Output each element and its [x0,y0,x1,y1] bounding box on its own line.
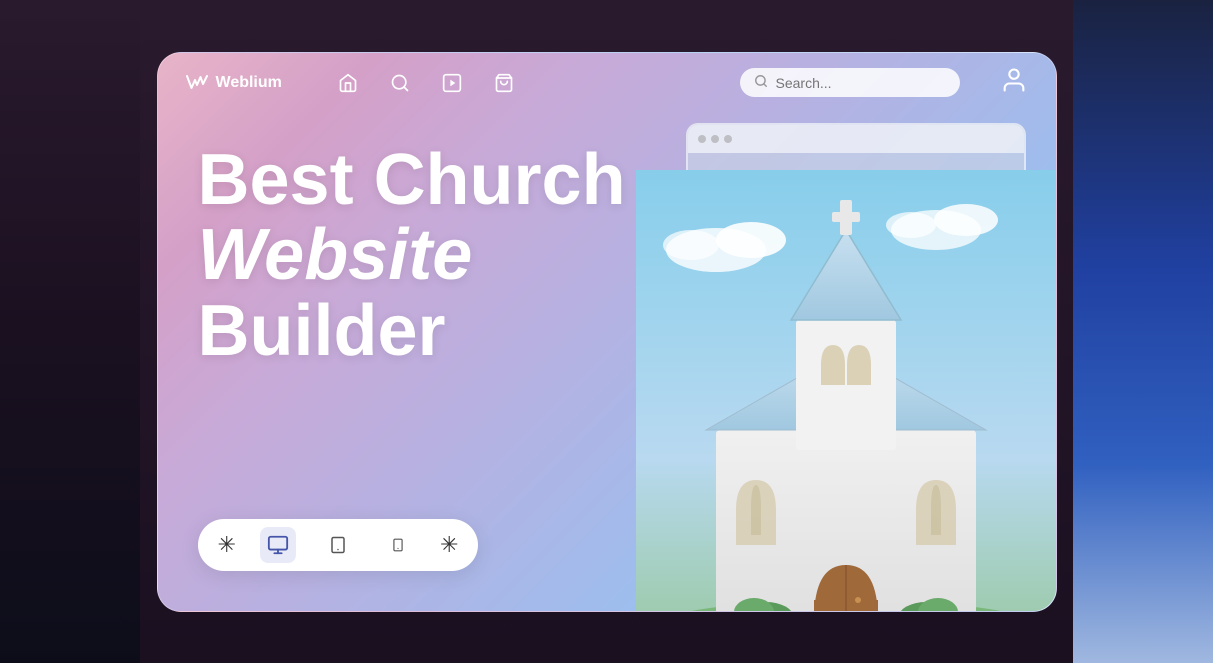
text-area: Best Church Website Builder ✳ [158,113,1056,611]
nav-icons [334,69,518,97]
tablet-device-button[interactable] [320,527,356,563]
right-asterisk: ✳ [440,532,458,558]
hero-line3: Builder [198,291,446,371]
hero-line2: Website [198,215,473,295]
logo-icon [186,74,208,92]
play-icon[interactable] [438,69,466,97]
user-icon[interactable] [1000,66,1028,100]
logo[interactable]: Weblium [186,74,282,92]
hero-line1: Best Church [198,140,626,220]
home-icon[interactable] [334,69,362,97]
search-icon[interactable] [386,69,414,97]
bg-left-curtain [0,0,160,663]
outer-background: Weblium [0,0,1213,663]
navbar: Weblium [158,53,1056,113]
logo-text: Weblium [216,74,282,92]
main-card: Weblium [157,52,1057,612]
search-input[interactable] [776,75,946,91]
main-content: Best Church Website Builder ✳ [158,113,1056,611]
bag-icon[interactable] [490,69,518,97]
bg-right-curtain [1053,0,1213,663]
search-bar[interactable] [740,68,960,97]
mobile-device-button[interactable] [380,527,416,563]
device-selector-bar: ✳ [198,519,479,571]
left-asterisk: ✳ [218,532,236,558]
search-bar-icon [754,74,768,91]
desktop-device-button[interactable] [260,527,296,563]
hero-title: Best Church Website Builder [198,143,1016,370]
